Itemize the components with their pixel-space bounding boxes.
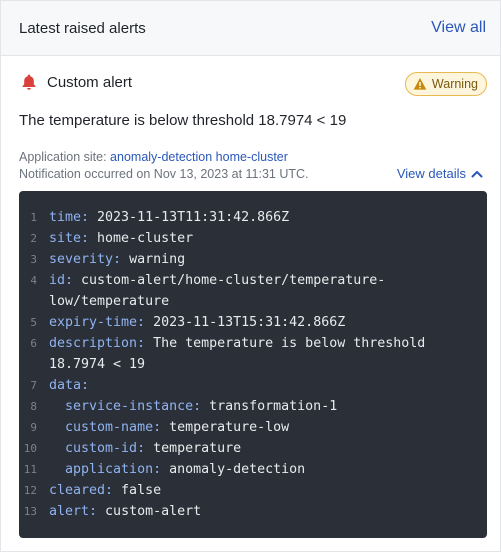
line-number: 9 bbox=[30, 421, 37, 434]
code-text: service-instance: transformation-1 bbox=[49, 396, 469, 417]
alert-message: The temperature is below threshold 18.79… bbox=[19, 112, 347, 129]
yaml-key: custom-name: bbox=[49, 420, 162, 435]
code-text: data: bbox=[49, 375, 469, 396]
code-line: 7 data: bbox=[19, 375, 487, 396]
code-text: site: home-cluster bbox=[49, 228, 469, 249]
yaml-key: severity: bbox=[49, 252, 122, 267]
panel-title: Latest raised alerts bbox=[19, 20, 146, 37]
code-text: application: anomaly-detection bbox=[49, 459, 469, 480]
code-line: 9 custom-name: temperature-low bbox=[19, 417, 487, 438]
yaml-key: description: bbox=[49, 336, 146, 351]
line-number: 2 bbox=[30, 232, 37, 245]
application-site-label: Application site: bbox=[19, 150, 107, 164]
line-number: 3 bbox=[30, 253, 37, 266]
yaml-value: 2023-11-13T11:31:42.866Z bbox=[89, 210, 290, 225]
yaml-value: 2023-11-13T15:31:42.866Z bbox=[145, 315, 346, 330]
yaml-key: time: bbox=[49, 210, 90, 225]
yaml-key: site: bbox=[49, 231, 90, 246]
yaml-key: data: bbox=[49, 378, 90, 393]
yaml-value: custom-alert bbox=[97, 504, 202, 519]
yaml-key: id: bbox=[49, 273, 74, 288]
yaml-value: temperature bbox=[145, 441, 242, 456]
bell-icon bbox=[22, 74, 36, 90]
code-line: 13 alert: custom-alert bbox=[19, 501, 487, 522]
chevron-up-icon bbox=[471, 170, 483, 177]
application-site-link[interactable]: anomaly-detection home-cluster bbox=[110, 150, 288, 164]
code-line: 4 id: custom-alert/home-cluster/temperatu… bbox=[19, 270, 487, 312]
line-number: 4 bbox=[30, 274, 37, 287]
code-text: cleared: false bbox=[49, 480, 469, 501]
alerts-panel: Latest raised alerts View all Custom ale… bbox=[0, 0, 501, 552]
view-details-label: View details bbox=[396, 166, 466, 181]
yaml-key: expiry-time: bbox=[49, 315, 146, 330]
code-line: 6 description: The temperature is below t… bbox=[19, 333, 487, 375]
notification-time: Notification occurred on Nov 13, 2023 at… bbox=[19, 167, 309, 181]
yaml-key: alert: bbox=[49, 504, 98, 519]
code-text: severity: warning bbox=[49, 249, 469, 270]
code-text: alert: custom-alert bbox=[49, 501, 469, 522]
panel-header: Latest raised alerts View all bbox=[1, 1, 500, 56]
code-line: 3 severity: warning bbox=[19, 249, 487, 270]
yaml-key: cleared: bbox=[49, 483, 114, 498]
yaml-value: temperature-low bbox=[161, 420, 290, 435]
line-number: 1 bbox=[30, 211, 37, 224]
yaml-value: custom-alert/home-cluster/temperature- l… bbox=[49, 273, 386, 309]
severity-badge: Warning bbox=[404, 72, 487, 96]
view-all-link[interactable]: View all bbox=[431, 19, 486, 37]
code-line: 5 expiry-time: 2023-11-13T15:31:42.866Z bbox=[19, 312, 487, 333]
view-details-toggle[interactable]: View details bbox=[397, 166, 483, 181]
code-line: 12 cleared: false bbox=[19, 480, 487, 501]
yaml-value: transformation-1 bbox=[201, 399, 338, 414]
code-text: description: The temperature is below th… bbox=[49, 333, 469, 375]
alert-yaml-code-block: 1 time: 2023-11-13T11:31:42.866Z 2 site: ho… bbox=[19, 191, 487, 538]
line-number: 6 bbox=[30, 337, 37, 350]
yaml-value: anomaly-detection bbox=[161, 462, 306, 477]
yaml-value: warning bbox=[121, 252, 186, 267]
alert-name: Custom alert bbox=[47, 74, 133, 91]
warning-triangle-icon bbox=[413, 78, 427, 90]
code-text: custom-name: temperature-low bbox=[49, 417, 469, 438]
alert-header: Custom alert Warning bbox=[19, 72, 487, 96]
yaml-key: service-instance: bbox=[49, 399, 202, 414]
yaml-key: application: bbox=[49, 462, 162, 477]
code-line: 2 site: home-cluster bbox=[19, 228, 487, 249]
code-line: 8 service-instance: transformation-1 bbox=[19, 396, 487, 417]
yaml-value: home-cluster bbox=[89, 231, 194, 246]
code-text: id: custom-alert/home-cluster/temperatur… bbox=[49, 270, 469, 312]
alert-meta: Application site: anomaly-detection home… bbox=[19, 149, 309, 183]
line-number: 8 bbox=[30, 400, 37, 413]
severity-badge-label: Warning bbox=[431, 77, 478, 91]
code-line: 1 time: 2023-11-13T11:31:42.866Z bbox=[19, 207, 487, 228]
line-number: 7 bbox=[30, 379, 37, 392]
application-site-line: Application site: anomaly-detection home… bbox=[19, 149, 309, 166]
code-text: custom-id: temperature bbox=[49, 438, 469, 459]
code-text: expiry-time: 2023-11-13T15:31:42.866Z bbox=[49, 312, 469, 333]
line-number: 10 bbox=[23, 442, 37, 455]
yaml-value: false bbox=[113, 483, 162, 498]
line-number: 5 bbox=[30, 316, 37, 329]
line-number: 13 bbox=[23, 505, 37, 518]
code-text: time: 2023-11-13T11:31:42.866Z bbox=[49, 207, 469, 228]
line-number: 11 bbox=[23, 463, 37, 476]
code-line: 11 application: anomaly-detection bbox=[19, 459, 487, 480]
yaml-key: custom-id: bbox=[49, 441, 146, 456]
line-number: 12 bbox=[23, 484, 37, 497]
code-line: 10 custom-id: temperature bbox=[19, 438, 487, 459]
